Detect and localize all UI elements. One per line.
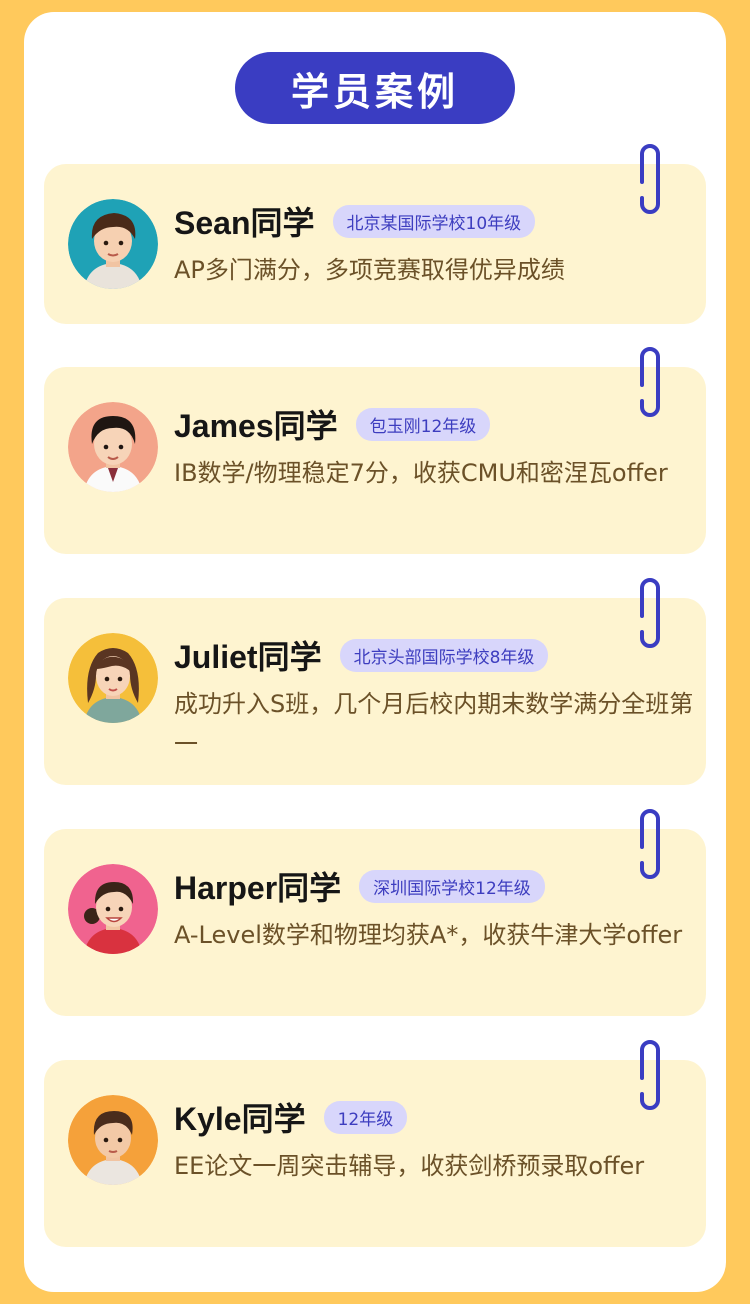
paperclip-icon [640,347,660,417]
avatar [68,1095,158,1185]
case-card-james: James同学 包玉刚12年级 IB数学/物理稳定7分，收获CMU和密涅瓦off… [44,347,706,554]
student-name: Harper同学 [174,870,342,906]
paperclip-icon [640,1040,660,1110]
grade-badge: 北京头部国际学校8年级 [339,638,549,672]
grade-badge: 包玉刚12年级 [355,407,491,441]
grade-badge: 深圳国际学校12年级 [359,869,545,903]
grade-badge: 12年级 [323,1100,408,1134]
paperclip-icon [640,144,660,214]
case-description: EE论文一周突击辅导，收获剑桥预录取offer [174,1152,645,1180]
page-title: 学员案例 [235,52,515,124]
avatar [68,633,158,723]
paperclip-icon [640,578,660,648]
case-description: IB数学/物理稳定7分，收获CMU和密涅瓦offer [174,459,668,487]
case-card-juliet: Juliet同学 北京头部国际学校8年级 成功升入S班，几个月后校内期末数学满分… [44,578,706,785]
student-name: Kyle同学 [174,1101,306,1137]
avatar [68,402,158,492]
case-card-sean: Sean同学 北京某国际学校10年级 AP多门满分，多项竞赛取得优异成绩 [44,144,706,324]
case-description: 成功升入S班，几个月后校内期末数学满分全班第一 [174,690,694,758]
student-name: Sean同学 [174,205,315,241]
case-card-harper: Harper同学 深圳国际学校12年级 A-Level数学和物理均获A*，收获牛… [44,809,706,1016]
avatar [68,864,158,954]
case-description: A-Level数学和物理均获A*，收获牛津大学offer [174,921,683,949]
student-name: James同学 [174,408,338,444]
case-description: AP多门满分，多项竞赛取得优异成绩 [174,256,565,284]
case-card-kyle: Kyle同学 12年级 EE论文一周突击辅导，收获剑桥预录取offer [44,1040,706,1247]
avatar [68,199,158,289]
content-panel: 学员案例 Sean同学 北京某国际学校10年级 AP多门满分，多项竞赛取得优异成… [24,12,726,1292]
paperclip-icon [640,809,660,879]
student-name: Juliet同学 [174,639,322,675]
grade-badge: 北京某国际学校10年级 [332,204,536,238]
